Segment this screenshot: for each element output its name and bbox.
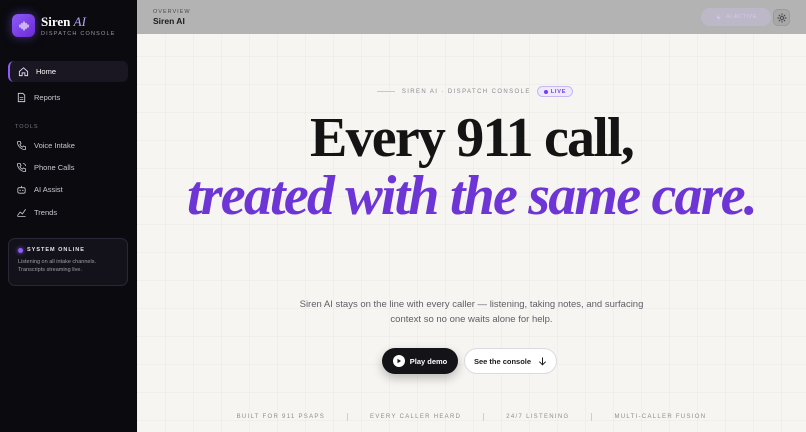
gear-icon (776, 12, 787, 23)
live-badge: LIVE (536, 86, 574, 97)
play-icon (392, 355, 405, 367)
feature-item: 24/7 LISTENING (506, 414, 570, 420)
document-icon (15, 92, 27, 104)
overview-label: OVERVIEW (153, 9, 191, 15)
status-line-1: Listening on all intake channels. (18, 259, 96, 265)
status-title: SYSTEM ONLINE (27, 247, 85, 253)
system-status-card: SYSTEM ONLINE Listening on all intake ch… (8, 238, 128, 286)
brand-name: Siren AI (41, 13, 86, 29)
see-console-button[interactable]: See the console (464, 348, 557, 374)
play-demo-label: Play demo (409, 356, 448, 366)
sidebar-item-label: Phone Calls (34, 163, 75, 172)
phone-icon (15, 140, 27, 152)
sidebar-item-home[interactable]: Home (8, 61, 128, 82)
home-icon (17, 66, 29, 78)
trend-icon (15, 207, 27, 219)
sidebar-item-label: Home (36, 67, 57, 76)
brand[interactable]: Siren AI DISPATCH CONSOLE (12, 14, 116, 37)
main-content: OVERVIEW Siren AI AI ACTIVE SIREN AI · D… (137, 0, 806, 432)
brand-subtitle: DISPATCH CONSOLE (41, 30, 116, 37)
sidebar-item-label: Trends (34, 208, 58, 217)
robot-icon (15, 184, 27, 196)
tools-section-label: TOOLS (15, 124, 39, 130)
bolt-icon (716, 13, 721, 21)
hero-headline: Every 911 call, (310, 107, 635, 169)
hero-subtext: Siren AI stays on the line with every ca… (299, 299, 644, 325)
feature-item: BUILT FOR 911 PSAPS (236, 414, 326, 420)
topbar: OVERVIEW Siren AI AI ACTIVE (137, 0, 806, 34)
see-console-label: See the console (473, 356, 532, 366)
sidebar-item-label: AI Assist (34, 185, 63, 194)
play-demo-button[interactable]: Play demo (382, 348, 458, 374)
ai-active-label: AI ACTIVE (726, 14, 757, 20)
settings-button[interactable] (773, 9, 790, 26)
arrow-down-icon (538, 356, 547, 366)
sidebar-item-reports[interactable]: Reports (8, 87, 128, 108)
sidebar-item-phone-calls[interactable]: Phone Calls (8, 157, 128, 178)
hero-headline-accent: treated with the same care. (187, 165, 758, 227)
feature-strip: BUILT FOR 911 PSAPS EVERY CALLER HEARD 2… (137, 413, 806, 421)
sidebar-item-trends[interactable]: Trends (8, 202, 128, 223)
ai-active-pill[interactable]: AI ACTIVE (701, 8, 771, 26)
sidebar: Siren AI DISPATCH CONSOLE Home Reports T… (0, 0, 137, 432)
waveform-logo-icon (12, 14, 35, 37)
sidebar-item-label: Voice Intake (34, 141, 75, 150)
status-dot-icon (18, 247, 23, 253)
eyebrow-text: SIREN AI · DISPATCH CONSOLE (401, 88, 531, 95)
status-line-2: Transcripts streaming live. (18, 267, 82, 273)
feature-item: MULTI-CALLER FUSION (614, 414, 707, 420)
sidebar-item-voice-intake[interactable]: Voice Intake (8, 135, 128, 156)
sidebar-item-ai-assist[interactable]: AI Assist (8, 179, 128, 200)
phone-calls-icon (15, 162, 27, 174)
feature-item: EVERY CALLER HEARD (370, 414, 462, 420)
sidebar-item-label: Reports (34, 93, 61, 102)
hero-eyebrow: SIREN AI · DISPATCH CONSOLE LIVE (137, 86, 806, 97)
page-title: Siren AI (153, 16, 185, 26)
